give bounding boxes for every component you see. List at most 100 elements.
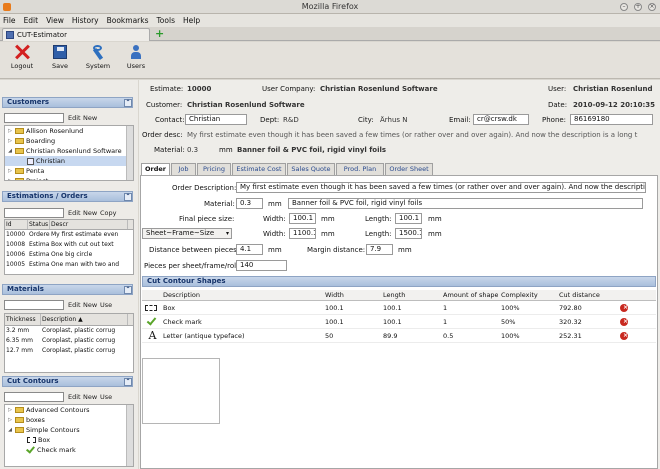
estimations-new-link[interactable]: New bbox=[83, 209, 97, 217]
sheet-width-field[interactable]: 1100.1 bbox=[289, 228, 316, 239]
menu-history[interactable]: History bbox=[72, 14, 99, 27]
save-button[interactable]: Save bbox=[44, 45, 76, 70]
menu-file[interactable]: File bbox=[3, 14, 16, 27]
table-row[interactable]: 10005 Estima One man with two and bbox=[5, 260, 133, 270]
frame-size-select[interactable]: Sheet~Frame~Size ▾ bbox=[142, 228, 232, 239]
tab-order-sheet[interactable]: Order Sheet bbox=[385, 163, 433, 175]
tree-item[interactable]: Box bbox=[5, 435, 133, 445]
final-width-field[interactable]: 100.1 bbox=[289, 213, 316, 224]
estimations-copy-link[interactable]: Copy bbox=[100, 209, 117, 217]
column-header[interactable]: Amount of shape bbox=[440, 290, 498, 300]
table-row[interactable]: 12.7 mm Coroplast, plastic corrug bbox=[5, 346, 133, 356]
menu-bookmarks[interactable]: Bookmarks bbox=[107, 14, 149, 27]
table-row[interactable]: A Letter (antique typeface) 50 89.9 0.5 100% 2… bbox=[142, 329, 656, 343]
tree-item[interactable]: ▷ boxes bbox=[5, 415, 133, 425]
collapse-icon[interactable]: ⌃ bbox=[124, 99, 132, 107]
customers-new-link[interactable]: New bbox=[83, 114, 97, 122]
tree-item[interactable]: ◢ Christian Rosenlund Software bbox=[5, 146, 133, 156]
pieces-field[interactable]: 140 bbox=[236, 260, 287, 271]
table-row[interactable]: 10000 Ordere My first estimate even bbox=[5, 230, 133, 240]
final-length-field[interactable]: 100.1 bbox=[395, 213, 422, 224]
tree-item[interactable]: ▷ Allison Rosenlund bbox=[5, 126, 133, 136]
table-row[interactable]: 10008 Estima Box with cut out text bbox=[5, 240, 133, 250]
tree-item[interactable]: ◢ Simple Contours bbox=[5, 425, 133, 435]
menu-tools[interactable]: Tools bbox=[157, 14, 175, 27]
estimations-edit-link[interactable]: Edit bbox=[68, 209, 81, 217]
materials-edit-link[interactable]: Edit bbox=[68, 301, 81, 309]
users-button[interactable]: Users bbox=[120, 45, 152, 70]
order-description-field[interactable]: My first estimate even though it has bee… bbox=[236, 182, 646, 193]
column-header[interactable]: Complexity bbox=[498, 290, 556, 300]
expand-icon[interactable]: ▷ bbox=[7, 136, 13, 146]
contours-filter-input[interactable] bbox=[4, 392, 64, 402]
customers-edit-link[interactable]: Edit bbox=[68, 114, 81, 122]
material-thickness-field[interactable]: 0.3 bbox=[236, 198, 263, 209]
scrollbar[interactable] bbox=[126, 126, 133, 180]
expand-icon[interactable]: ▷ bbox=[7, 415, 13, 425]
contours-new-link[interactable]: New bbox=[83, 393, 97, 401]
browser-tab[interactable]: CUT-Estimator bbox=[2, 28, 150, 41]
tree-item[interactable]: Check mark bbox=[5, 444, 133, 455]
contact-field[interactable]: Christian bbox=[185, 114, 247, 125]
menu-view[interactable]: View bbox=[46, 14, 64, 27]
new-tab-icon[interactable]: + bbox=[155, 28, 164, 40]
estimations-panel-header[interactable]: Estimations / Orders ⌃ bbox=[2, 191, 133, 202]
estimations-filter-input[interactable] bbox=[4, 208, 64, 218]
column-header[interactable]: Descr bbox=[50, 220, 128, 229]
column-header[interactable]: Id bbox=[5, 220, 28, 229]
minimize-icon[interactable]: – bbox=[620, 3, 628, 11]
expand-icon[interactable]: ▷ bbox=[7, 166, 13, 176]
expanded-icon[interactable]: ◢ bbox=[7, 146, 13, 156]
expand-icon[interactable]: ▷ bbox=[7, 126, 13, 136]
material-description-field[interactable]: Banner foil & PVC foil, rigid vinyl foil… bbox=[288, 198, 643, 209]
materials-new-link[interactable]: New bbox=[83, 301, 97, 309]
column-header[interactable]: Description ▲ bbox=[41, 314, 128, 325]
menu-edit[interactable]: Edit bbox=[24, 14, 39, 27]
tree-item[interactable]: ▷ Penta bbox=[5, 166, 133, 176]
delete-row-button[interactable]: × bbox=[614, 329, 634, 342]
expand-icon[interactable]: ▷ bbox=[7, 176, 13, 180]
contours-edit-link[interactable]: Edit bbox=[68, 393, 81, 401]
contours-use-link[interactable]: Use bbox=[100, 393, 112, 401]
tab-pricing[interactable]: Pricing bbox=[197, 163, 231, 175]
collapse-icon[interactable]: ⌃ bbox=[124, 193, 132, 201]
materials-filter-input[interactable] bbox=[4, 300, 64, 310]
cut-shapes-table[interactable]: Description Width Length Amount of shape… bbox=[142, 290, 656, 350]
tab-sales-quote[interactable]: Sales Quote bbox=[287, 163, 335, 175]
tree-item[interactable]: ▷ Project bbox=[5, 176, 133, 180]
table-row[interactable]: 10006 Estima One big circle bbox=[5, 250, 133, 260]
tree-item[interactable]: ▷ Advanced Contours bbox=[5, 405, 133, 415]
sheet-length-field[interactable]: 1500.1 bbox=[395, 228, 422, 239]
customers-panel-header[interactable]: Customers ⌃ bbox=[2, 97, 133, 108]
materials-table[interactable]: Thickness Description ▲ 3.2 mm Coroplast,… bbox=[4, 313, 134, 373]
menu-help[interactable]: Help bbox=[183, 14, 200, 27]
contours-panel-header[interactable]: Cut Contours ⌃ bbox=[2, 376, 133, 387]
customers-tree[interactable]: ▷ Allison Rosenlund ▷ Boarding ◢ Christian Ro… bbox=[4, 125, 134, 181]
expanded-icon[interactable]: ◢ bbox=[7, 425, 13, 435]
estimations-table[interactable]: Id Status Descr 10000 Ordere My first esti… bbox=[4, 219, 134, 275]
phone-field[interactable]: 86169180 bbox=[570, 114, 653, 125]
tab-job[interactable]: Job bbox=[171, 163, 196, 175]
tab-prod-plan[interactable]: Prod. Plan bbox=[336, 163, 384, 175]
column-header[interactable]: Length bbox=[380, 290, 440, 300]
column-header[interactable]: Description bbox=[160, 290, 322, 300]
delete-row-button[interactable]: × bbox=[614, 315, 634, 328]
table-row[interactable]: Box 100.1 100.1 1 100% 792.80 × bbox=[142, 301, 656, 315]
tree-item[interactable]: Christian bbox=[5, 156, 133, 166]
column-header[interactable]: Status bbox=[28, 220, 50, 229]
column-header[interactable]: Thickness bbox=[5, 314, 41, 325]
tab-estimate-cost[interactable]: Estimate Cost bbox=[232, 163, 286, 175]
column-header[interactable]: Width bbox=[322, 290, 380, 300]
expand-icon[interactable]: ▷ bbox=[7, 405, 13, 415]
table-row[interactable]: 3.2 mm Coroplast, plastic corrug bbox=[5, 326, 133, 336]
table-row[interactable]: 6.35 mm Coroplast, plastic corrug bbox=[5, 336, 133, 346]
tree-item[interactable]: ▷ Boarding bbox=[5, 136, 133, 146]
materials-panel-header[interactable]: Materials ⌃ bbox=[2, 284, 133, 295]
delete-row-button[interactable]: × bbox=[614, 301, 634, 314]
system-button[interactable]: System bbox=[82, 45, 114, 70]
logout-button[interactable]: Logout bbox=[6, 44, 38, 70]
email-field[interactable]: cr@crsw.dk bbox=[473, 114, 529, 125]
margin-field[interactable]: 7.9 bbox=[366, 244, 393, 255]
collapse-icon[interactable]: ⌃ bbox=[124, 378, 132, 386]
maximize-icon[interactable]: + bbox=[634, 3, 642, 11]
